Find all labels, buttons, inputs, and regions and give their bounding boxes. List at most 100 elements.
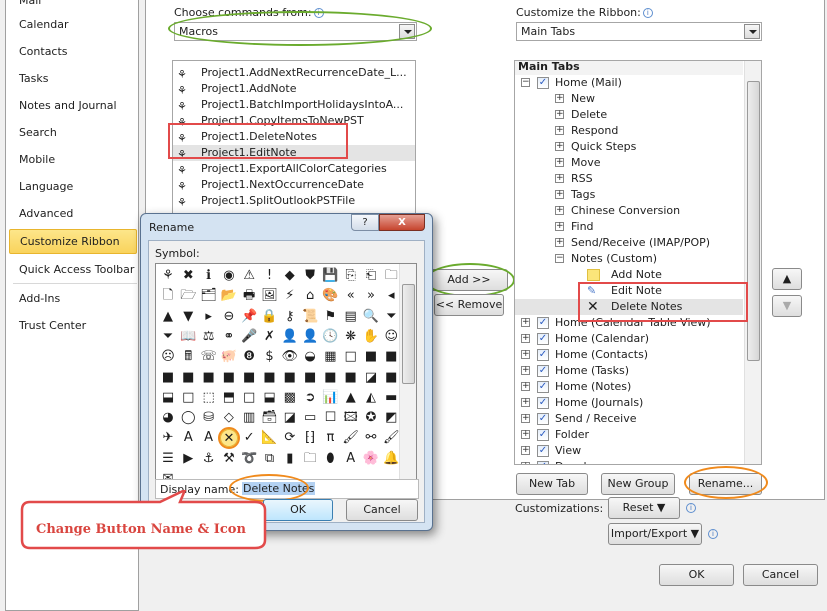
tree-command[interactable]: Add Note xyxy=(515,267,743,283)
symbol-cell[interactable]: ⬚ xyxy=(200,389,218,407)
tree-group[interactable]: + New xyxy=(515,91,743,107)
symbol-cell[interactable]: ■ xyxy=(301,369,319,387)
expand-icon[interactable]: + xyxy=(521,334,530,343)
symbol-cell[interactable]: ☰ xyxy=(159,450,177,468)
expand-icon[interactable]: + xyxy=(521,350,530,359)
nav-item-add-ins[interactable]: Add-Ins xyxy=(19,292,60,305)
dialog-cancel-button[interactable]: Cancel xyxy=(346,499,418,521)
nav-item-advanced[interactable]: Advanced xyxy=(19,207,73,220)
tree-group[interactable]: + Quick Steps xyxy=(515,139,743,155)
tree-tab-home-mail[interactable]: − ✓ Home (Mail) xyxy=(515,75,743,91)
tree-tab[interactable]: + ✓ Folder xyxy=(515,427,743,443)
symbol-cell[interactable]: ⛁ xyxy=(200,409,218,427)
nav-item-quick-access-toolbar[interactable]: Quick Access Toolbar xyxy=(19,263,134,276)
symbol-cell[interactable]: ▩ xyxy=(281,389,299,407)
nav-item-mobile[interactable]: Mobile xyxy=(19,153,55,166)
new-tab-button[interactable]: New Tab xyxy=(516,473,588,495)
tree-group[interactable]: + Send/Receive (IMAP/POP) xyxy=(515,235,743,251)
symbol-cell[interactable]: 🔔 xyxy=(382,450,400,468)
tree-tab[interactable]: + ✓ Home (Notes) xyxy=(515,379,743,395)
checkbox-icon[interactable]: ✓ xyxy=(537,381,549,393)
tree-group[interactable]: + Move xyxy=(515,155,743,171)
command-item[interactable]: ⚘ Project1.BatchImportHolidaysIntoA... xyxy=(173,97,415,113)
symbol-cell[interactable]: ▼ xyxy=(179,308,197,326)
symbol-cell[interactable]: 🖼 xyxy=(261,287,279,305)
expand-icon[interactable]: + xyxy=(521,414,530,423)
checkbox-icon[interactable]: ✓ xyxy=(537,429,549,441)
symbol-cell[interactable]: ▲ xyxy=(159,308,177,326)
symbol-cell[interactable]: ⁅⁆ xyxy=(301,429,319,447)
symbol-cell[interactable]: ⏷ xyxy=(382,308,400,326)
symbol-grid-scrollbar[interactable] xyxy=(399,264,416,494)
tree-group[interactable]: + Delete xyxy=(515,107,743,123)
symbol-cell[interactable]: ⚡ xyxy=(281,287,299,305)
nav-item-language[interactable]: Language xyxy=(19,180,73,193)
symbol-cell[interactable]: ℹ xyxy=(200,267,218,285)
collapse-icon[interactable]: − xyxy=(521,78,530,87)
symbol-cell[interactable]: ⬒ xyxy=(220,389,238,407)
symbol-cell[interactable]: ◩ xyxy=(382,409,400,427)
symbol-cell[interactable]: 👤 xyxy=(301,328,319,346)
expand-icon[interactable]: + xyxy=(521,382,530,391)
symbol-cell[interactable]: « xyxy=(342,287,360,305)
symbol-cell[interactable]: ✋ xyxy=(362,328,380,346)
symbol-cell[interactable]: 📐 xyxy=(261,429,279,447)
chevron-down-icon[interactable] xyxy=(744,24,760,39)
tree-custom-group[interactable]: − Notes (Custom) xyxy=(515,251,743,267)
symbol-cell[interactable]: ⎘ xyxy=(342,267,360,285)
symbol-cell[interactable]: ❋ xyxy=(342,328,360,346)
symbol-cell[interactable]: $ xyxy=(261,348,279,366)
scroll-thumb[interactable] xyxy=(402,284,415,384)
checkbox-icon[interactable]: ✓ xyxy=(537,365,549,377)
checkbox-icon[interactable]: ✓ xyxy=(537,413,549,425)
command-item[interactable]: ⚘ Project1.SplitOutlookPSTFile xyxy=(173,193,415,209)
nav-item-contacts[interactable]: Contacts xyxy=(19,45,68,58)
expand-icon[interactable]: + xyxy=(555,206,564,215)
ribbon-tabs-dropdown[interactable]: Main Tabs xyxy=(516,22,762,41)
symbol-cell[interactable]: ⚯ xyxy=(362,429,380,447)
command-item[interactable]: ⚘ Project1.AddNextRecurrenceDate_L... xyxy=(173,65,415,81)
symbol-cell[interactable]: ■ xyxy=(382,369,400,387)
tree-tab[interactable]: + ✓ Send / Receive xyxy=(515,411,743,427)
tree-tab[interactable]: + ✓ View xyxy=(515,443,743,459)
symbol-cell[interactable]: 🖾 xyxy=(342,409,360,427)
symbol-cell[interactable]: ✖ xyxy=(179,267,197,285)
symbol-cell[interactable]: 🕓 xyxy=(321,328,339,346)
symbol-cell[interactable]: ■ xyxy=(362,348,380,366)
symbol-cell[interactable]: ⬓ xyxy=(261,389,279,407)
symbol-cell[interactable]: 📌 xyxy=(240,308,258,326)
command-item[interactable]: ⚘ Project1.AddNote xyxy=(173,81,415,97)
symbol-cell[interactable]: ⛊ xyxy=(301,267,319,285)
symbol-cell[interactable]: 🗁 xyxy=(179,287,197,305)
ok-button[interactable]: OK xyxy=(659,564,734,586)
symbol-cell[interactable]: 🗃 xyxy=(261,409,279,427)
symbol-cell[interactable]: ⚒ xyxy=(220,450,238,468)
symbol-cell[interactable]: ⎗ xyxy=(362,267,380,285)
symbol-cell[interactable]: ◯ xyxy=(179,409,197,427)
symbol-cell[interactable]: ✪ xyxy=(362,409,380,427)
symbol-cell[interactable]: ✈ xyxy=(159,429,177,447)
symbol-cell[interactable]: ◭ xyxy=(362,389,380,407)
expand-icon[interactable]: + xyxy=(555,158,564,167)
scroll-thumb[interactable] xyxy=(747,81,760,361)
symbol-cell[interactable]: ✕ xyxy=(217,427,240,450)
expand-icon[interactable]: + xyxy=(521,366,530,375)
symbol-cell[interactable]: ■ xyxy=(342,369,360,387)
symbol-cell[interactable]: ☐ xyxy=(321,409,339,427)
symbol-cell[interactable]: ◒ xyxy=(301,348,319,366)
reset-button[interactable]: Reset ▼ xyxy=(608,497,680,519)
symbol-cell[interactable]: 🗂 xyxy=(200,287,218,305)
symbol-cell[interactable]: ◉ xyxy=(220,267,238,285)
symbol-cell[interactable]: 📂 xyxy=(220,287,238,305)
ribbon-tree-scrollbar[interactable] xyxy=(744,61,761,464)
tree-group[interactable]: + RSS xyxy=(515,171,743,187)
symbol-cell[interactable]: ◪ xyxy=(281,409,299,427)
symbol-cell[interactable]: 🔍 xyxy=(362,308,380,326)
symbol-cell[interactable]: ■ xyxy=(240,369,258,387)
symbol-cell[interactable]: ◕ xyxy=(159,409,177,427)
checkbox-icon[interactable]: ✓ xyxy=(537,317,549,329)
nav-item-tasks[interactable]: Tasks xyxy=(19,72,48,85)
remove-button[interactable]: << Remove xyxy=(434,294,504,316)
tree-group[interactable]: + Tags xyxy=(515,187,743,203)
symbol-cell[interactable]: ⚠ xyxy=(240,267,258,285)
